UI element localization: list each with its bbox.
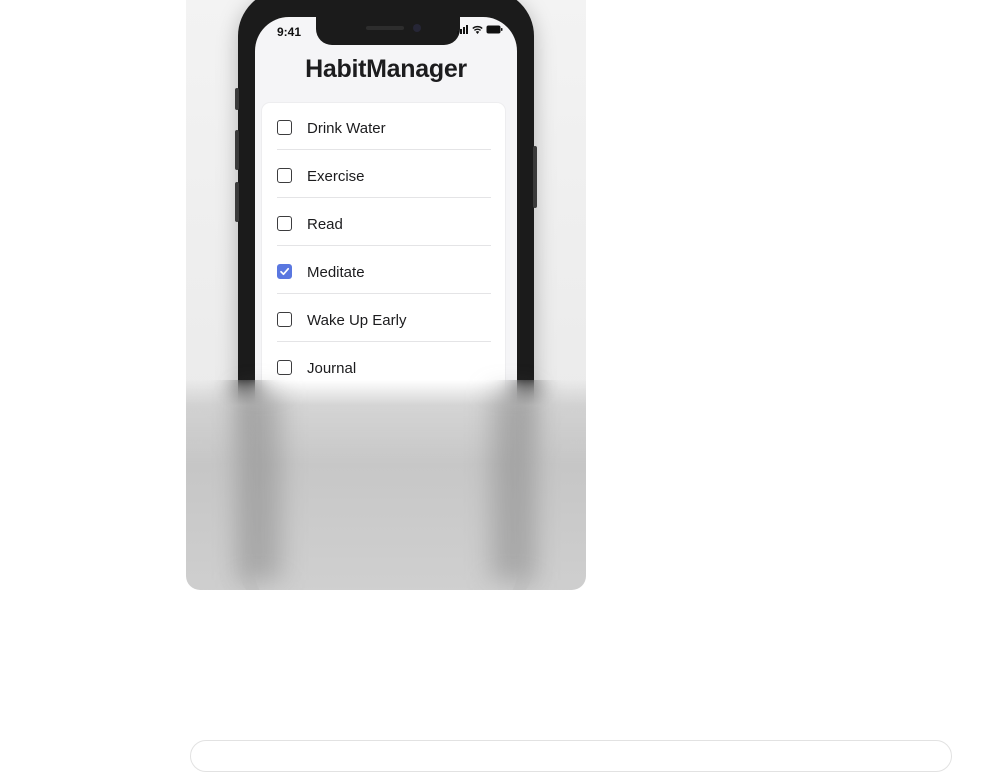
divider	[277, 197, 491, 198]
habit-row-exercise[interactable]: Exercise	[262, 151, 505, 198]
habit-row-drink-water[interactable]: Drink Water	[262, 103, 505, 150]
power-button	[533, 146, 537, 208]
habit-label: Exercise	[307, 168, 365, 185]
battery-icon	[486, 25, 503, 34]
habit-label: Journal	[307, 360, 357, 377]
habit-label: Read	[307, 216, 343, 233]
checkbox-drink-water[interactable]	[277, 120, 292, 135]
habit-row-wake-up-early[interactable]: Wake Up Early	[262, 295, 505, 342]
status-time: 9:41	[277, 25, 302, 39]
habit-row-meditate[interactable]: Meditate	[262, 247, 505, 294]
divider	[277, 149, 491, 150]
wifi-icon	[472, 25, 483, 34]
volume-down-button	[235, 182, 239, 222]
mute-switch	[235, 88, 239, 110]
speaker	[366, 26, 404, 30]
camera-icon	[413, 24, 421, 32]
habit-label: Meditate	[307, 264, 365, 281]
checkmark-icon	[280, 267, 290, 276]
divider	[277, 341, 491, 342]
checkbox-read[interactable]	[277, 216, 292, 231]
habit-row-read[interactable]: Read	[262, 199, 505, 246]
signal-icon	[457, 25, 468, 34]
volume-up-button	[235, 130, 239, 170]
checkbox-journal[interactable]	[277, 360, 292, 375]
status-icons	[457, 25, 503, 34]
notch	[316, 17, 460, 45]
habit-label: Wake Up Early	[307, 312, 407, 329]
blurred-phone-edge-right	[490, 390, 534, 580]
divider	[277, 245, 491, 246]
checkbox-wake-up-early[interactable]	[277, 312, 292, 327]
divider	[277, 293, 491, 294]
screenshot-card: 9:41 HabitManager Drink Water Exercise R…	[186, 0, 586, 590]
habit-label: Drink Water	[307, 120, 386, 137]
checkbox-meditate[interactable]	[277, 264, 292, 279]
partial-card	[190, 740, 952, 772]
app-title: HabitManager	[305, 55, 467, 83]
blurred-phone-edge-left	[238, 390, 282, 580]
checkbox-exercise[interactable]	[277, 168, 292, 183]
